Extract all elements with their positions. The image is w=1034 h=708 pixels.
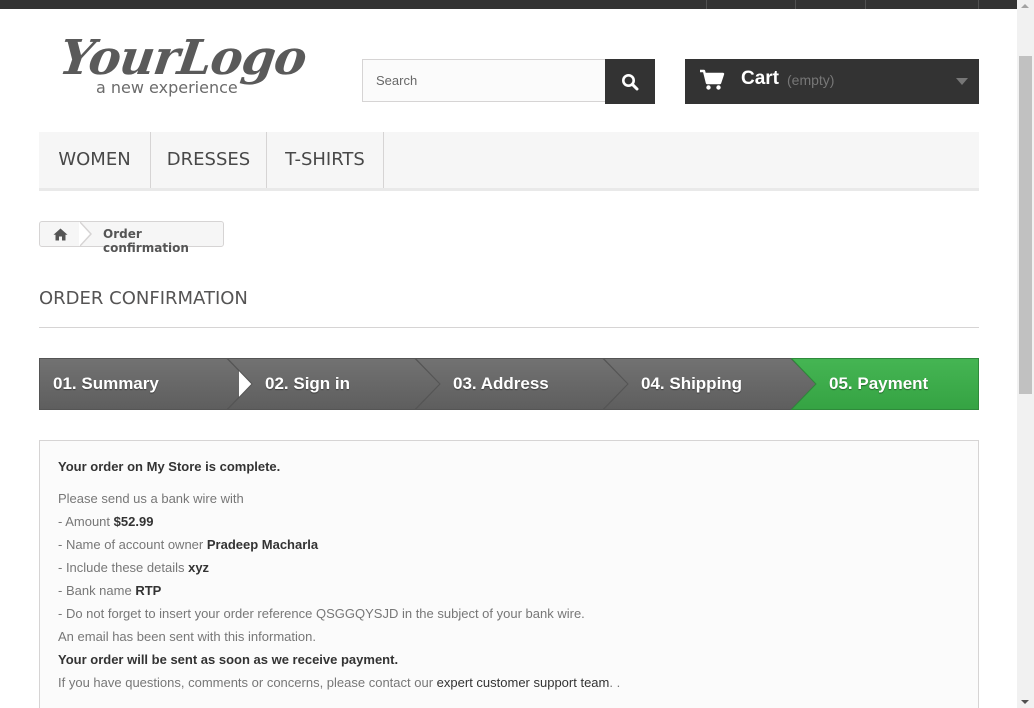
- amount-label: - Amount: [58, 514, 111, 529]
- owner-line: - Name of account owner Pradeep Macharla: [58, 537, 318, 552]
- amount-line: - Amount $52.99: [58, 514, 153, 529]
- reference-line: - Do not forget to insert your order ref…: [58, 606, 585, 621]
- order-complete-text: Your order on My Store is complete.: [58, 459, 280, 474]
- bank-label: - Bank name: [58, 583, 132, 598]
- top-bar: [0, 0, 1017, 9]
- breadcrumb: Order confirmation: [39, 221, 224, 255]
- details-value: xyz: [188, 560, 210, 575]
- details-label: - Include these details: [58, 560, 185, 575]
- step-sign-in[interactable]: 02. Sign in: [227, 358, 440, 410]
- step-sign-in-label: 02. Sign in: [265, 374, 351, 393]
- ship-notice: Your order will be sent as soon as we re…: [58, 652, 399, 667]
- search-form: [362, 59, 655, 104]
- logo-tagline: a new experience: [96, 78, 238, 97]
- details-line: - Include these details xyz: [58, 560, 209, 575]
- store-logo[interactable]: YourLogo a new experience: [56, 30, 310, 100]
- reference-prefix: - Do not forget to insert your order ref…: [58, 606, 313, 621]
- reference-suffix: in the subject of your bank wire.: [401, 606, 585, 621]
- page-title: Order confirmation: [39, 288, 248, 309]
- owner-label: - Name of account owner: [58, 537, 204, 552]
- menu-item-women[interactable]: Women: [39, 132, 151, 188]
- scroll-up-arrow-icon[interactable]: [1021, 4, 1029, 8]
- menu-item-t-shirts[interactable]: T-shirts: [267, 132, 384, 188]
- scroll-down-arrow-icon[interactable]: [1021, 700, 1029, 704]
- step-address-label: 03. Address: [453, 374, 549, 393]
- menu-item-dresses[interactable]: Dresses: [151, 132, 267, 188]
- contact-line: If you have questions, comments or conce…: [58, 675, 620, 690]
- top-bar-divider: [978, 0, 979, 9]
- top-bar-divider: [706, 0, 707, 9]
- step-shipping[interactable]: 04. Shipping: [603, 358, 816, 410]
- search-icon: [622, 73, 639, 90]
- breadcrumb-home-link[interactable]: [40, 222, 80, 246]
- amount-value: $52.99: [113, 514, 154, 529]
- cart-label: Cart: [741, 68, 780, 89]
- step-summary-label: 01. Summary: [53, 374, 159, 393]
- step-shipping-label: 04. Shipping: [641, 374, 743, 393]
- order-confirmation-box: Your order on My Store is complete. Plea…: [39, 440, 979, 708]
- store-name: My Store: [146, 459, 202, 474]
- contact-suffix: . .: [609, 675, 621, 690]
- breadcrumb-separator-inner: [79, 222, 90, 246]
- email-sent-text: An email has been sent with this informa…: [58, 629, 316, 644]
- main-menu: Women Dresses T-shirts: [39, 132, 979, 191]
- top-bar-divider: [795, 0, 796, 9]
- shopping-cart-icon: [700, 69, 725, 90]
- bank-value: RTP: [135, 583, 162, 598]
- chevron-down-icon: [956, 78, 968, 85]
- step-address[interactable]: 03. Address: [415, 358, 628, 410]
- cart-status: (empty): [787, 72, 835, 88]
- scrollbar-thumb[interactable]: [1019, 56, 1032, 394]
- search-input[interactable]: [362, 59, 606, 102]
- bank-wire-intro: Please send us a bank wire with: [58, 491, 244, 506]
- step-payment[interactable]: 05. Payment: [791, 358, 979, 410]
- search-button[interactable]: [605, 59, 655, 104]
- owner-value: Pradeep Macharla: [206, 537, 319, 552]
- cart-block[interactable]: Cart (empty): [685, 59, 979, 104]
- order-steps: 01. Summary 02. Sign in 03. Address 04. …: [39, 358, 979, 410]
- complete-prefix: Your order on: [58, 459, 143, 474]
- step-summary[interactable]: 01. Summary: [39, 358, 239, 410]
- divider: [39, 327, 979, 328]
- vertical-scrollbar[interactable]: [1017, 0, 1034, 708]
- top-bar-divider: [865, 0, 866, 9]
- order-reference: QSGGQYSJD: [315, 606, 399, 621]
- bank-line: - Bank name RTP: [58, 583, 161, 598]
- complete-suffix: is complete.: [205, 459, 281, 474]
- customer-support-link[interactable]: expert customer support team: [437, 675, 610, 690]
- step-payment-label: 05. Payment: [829, 374, 929, 393]
- breadcrumb-current: Order confirmation: [103, 227, 189, 255]
- contact-prefix: If you have questions, comments or conce…: [58, 675, 434, 690]
- home-icon: [53, 228, 67, 240]
